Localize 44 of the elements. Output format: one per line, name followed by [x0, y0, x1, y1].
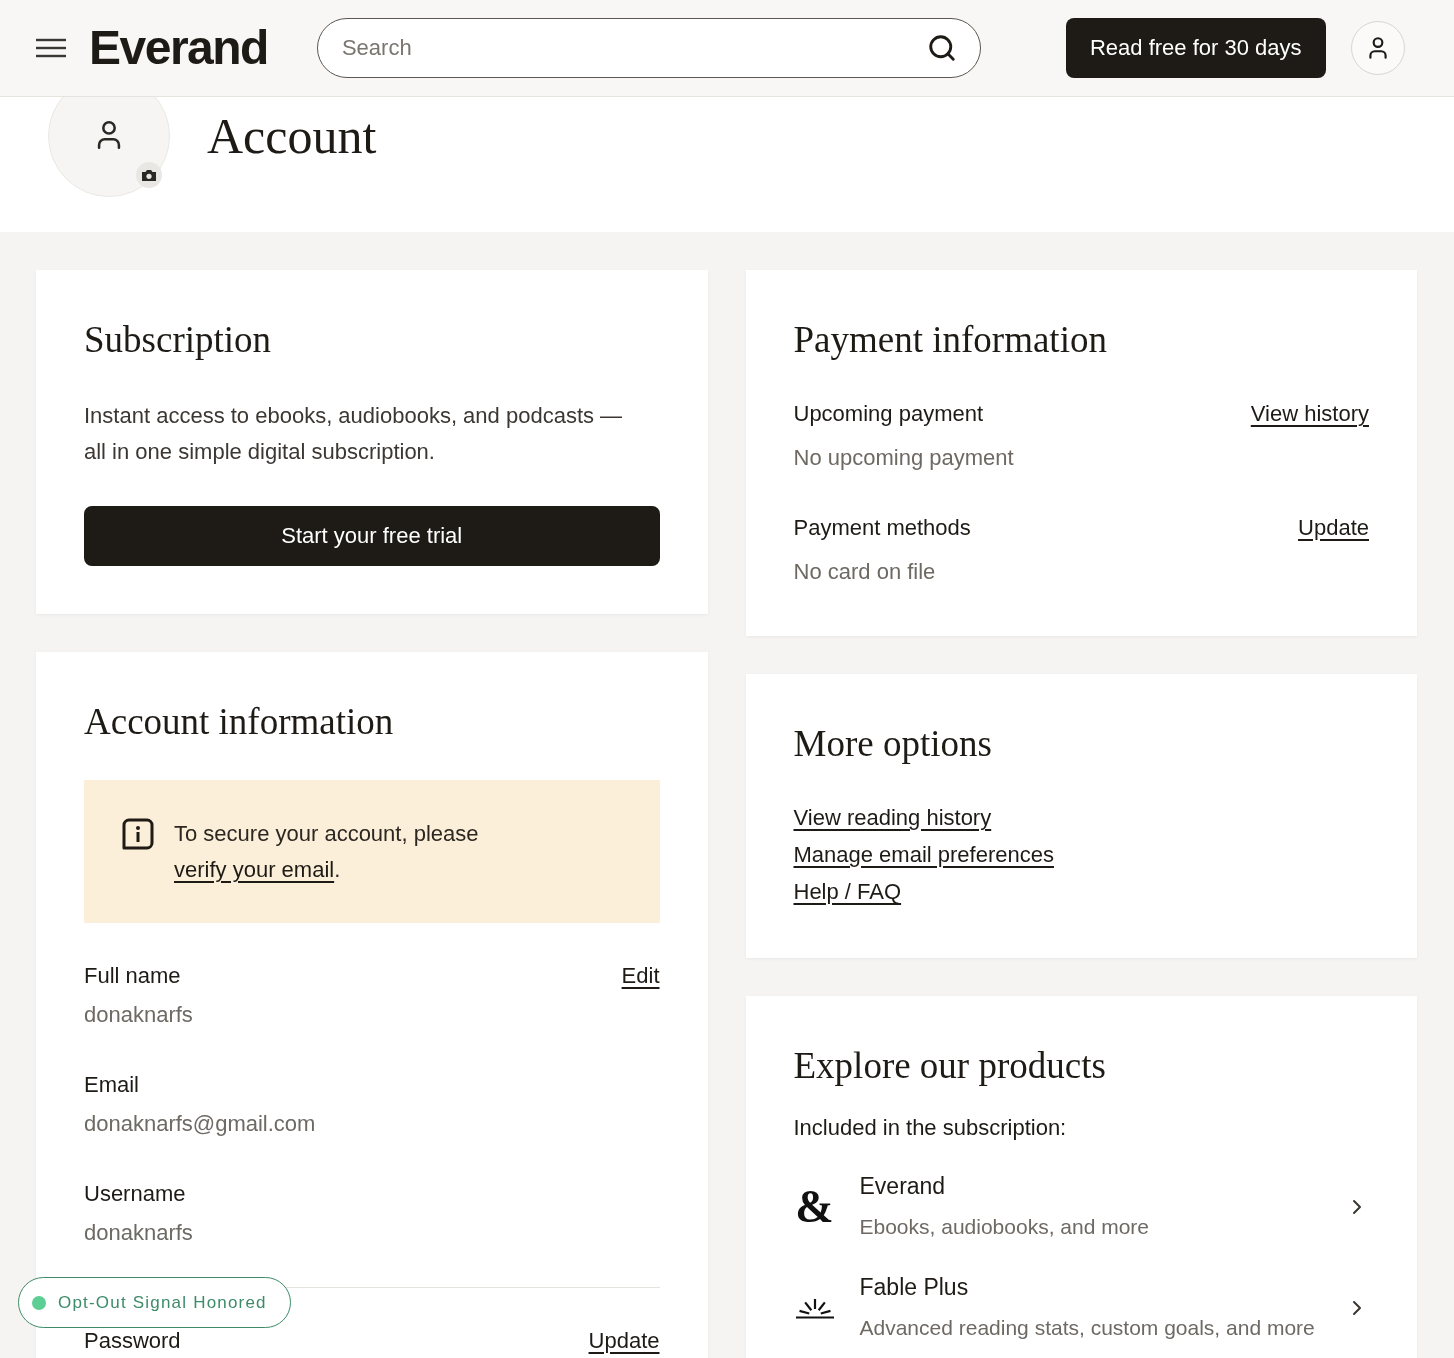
free-trial-button[interactable]: Start your free trial	[84, 506, 660, 566]
section-label: Payment methods	[793, 514, 971, 542]
product-name[interactable]: Fable Plus	[859, 1271, 1321, 1303]
verify-email-link[interactable]: verify your email	[174, 857, 335, 882]
action-link[interactable]: Update	[1298, 512, 1369, 544]
product-name[interactable]: Everand	[859, 1170, 1321, 1202]
update-link[interactable]: Update	[588, 1325, 660, 1357]
section-value: No upcoming payment	[793, 444, 1015, 472]
page-title: Account	[207, 108, 377, 164]
card-title: More options	[793, 722, 993, 766]
product-description: Ebooks, audiobooks, and more	[859, 1214, 1151, 1240]
field-value: donaknarfs	[84, 1219, 194, 1247]
section-value: No card on file	[793, 558, 937, 586]
opt-out-label: Opt-Out Signal Honored	[58, 1292, 267, 1313]
notice-text: To secure your account, please verify your email.	[174, 820, 480, 884]
card-title: Subscription	[84, 318, 273, 362]
search-field[interactable]: Search	[316, 18, 981, 78]
field-value: donaknarfs	[84, 1001, 194, 1029]
field-label: Username	[84, 1180, 186, 1208]
section-label: Upcoming payment	[793, 400, 984, 428]
edit-link[interactable]: Edit	[621, 960, 660, 992]
brand-logo[interactable]: Everand	[89, 20, 268, 76]
ampersand-logo: &	[794, 1183, 835, 1230]
option-link[interactable]: Help / FAQ	[793, 873, 902, 910]
search-icon[interactable]	[926, 33, 957, 63]
card-title: Payment information	[793, 318, 1108, 362]
product-description: Advanced reading stats, custom goals, and more	[859, 1315, 1316, 1341]
field-label: Email	[84, 1071, 139, 1099]
sunburst-icon	[795, 1296, 834, 1319]
card-title: Account information	[84, 700, 395, 744]
included-label: Included in the subscription:	[793, 1114, 1068, 1142]
option-link[interactable]: Manage email preferences	[793, 836, 1054, 873]
subscription-description: Instant access to ebooks, audiobooks, and podcasts — all in one simple digital subscription.	[84, 402, 624, 466]
menu-icon[interactable]	[36, 38, 66, 58]
info-icon	[122, 818, 154, 850]
field-label: Password	[84, 1327, 181, 1355]
cta-button[interactable]: Read free for 30 days	[1065, 18, 1326, 78]
account-button[interactable]	[1350, 21, 1405, 75]
action-link[interactable]: View history	[1250, 398, 1369, 430]
option-link[interactable]: View reading history	[793, 799, 992, 836]
status-dot	[32, 1295, 46, 1310]
card-title: Explore our products	[793, 1044, 1107, 1088]
field-label: Full name	[84, 962, 181, 990]
field-value: donaknarfs@gmail.com	[84, 1110, 317, 1138]
